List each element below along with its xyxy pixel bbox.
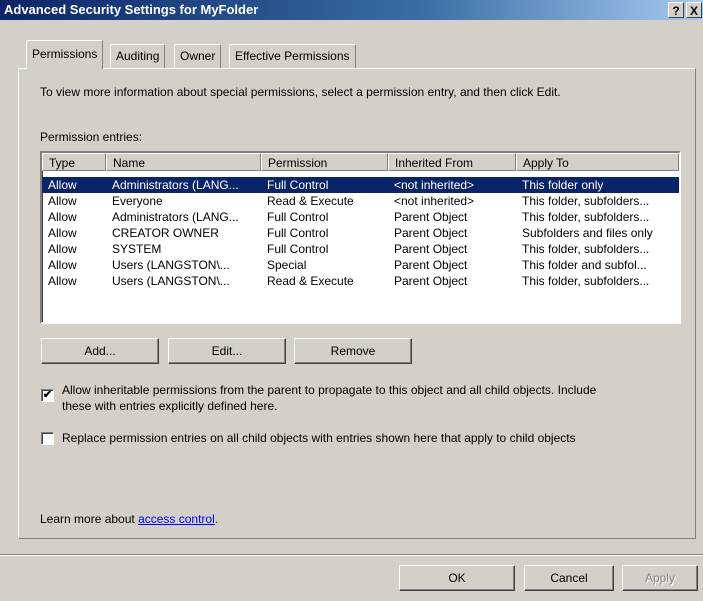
cell-type: Allow <box>48 210 77 224</box>
cell-permission: Full Control <box>267 226 329 240</box>
cell-name: SYSTEM <box>112 242 162 256</box>
cell-permission: Read & Execute <box>267 194 354 208</box>
cell-name: Administrators (LANG... <box>112 178 239 192</box>
cell-apply-to: This folder, subfolders... <box>522 194 650 208</box>
column-header-permission[interactable]: Permission <box>261 153 388 171</box>
remove-button[interactable]: Remove <box>294 338 412 364</box>
cell-inherited-from: Parent Object <box>394 274 468 288</box>
permission-row[interactable]: Allow Users (LANGSTON\... Read & Execute… <box>42 273 679 289</box>
cell-permission: Full Control <box>267 178 329 192</box>
column-header-apply-to[interactable]: Apply To <box>516 153 679 171</box>
cell-inherited-from: Parent Object <box>394 226 468 240</box>
edit-button[interactable]: Edit... <box>168 338 286 364</box>
cell-apply-to: This folder and subfol... <box>522 258 647 272</box>
add-button[interactable]: Add... <box>41 338 159 364</box>
ok-button[interactable]: OK <box>399 565 515 591</box>
window-title: Advanced Security Settings for MyFolder <box>4 2 259 17</box>
permission-row[interactable]: Allow Administrators (LANG... Full Contr… <box>42 209 679 225</box>
learn-more-prefix: Learn more about <box>40 512 139 526</box>
cell-inherited-from: Parent Object <box>394 242 468 256</box>
column-header-inherited-from[interactable]: Inherited From <box>388 153 516 171</box>
help-button[interactable]: ? <box>668 2 684 18</box>
cell-inherited-from: <not inherited> <box>394 194 475 208</box>
learn-more-suffix: . <box>214 512 219 526</box>
permission-row[interactable]: Allow Users (LANGSTON\... Special Parent… <box>42 257 679 273</box>
cell-name: Administrators (LANG... <box>112 210 239 224</box>
cell-name: Users (LANGSTON\... <box>112 258 230 272</box>
permission-entries-list[interactable]: Type Name Permission Inherited From Appl… <box>40 151 681 324</box>
learn-more-text: Learn more about access control. <box>40 512 218 526</box>
cell-apply-to: This folder, subfolders... <box>522 274 650 288</box>
inherit-permissions-label-line1: Allow inheritable permissions from the p… <box>62 383 597 397</box>
tab-effective-permissions[interactable]: Effective Permissions <box>229 44 356 68</box>
cell-type: Allow <box>48 274 77 288</box>
instructions-text: To view more information about special p… <box>40 85 561 99</box>
replace-permissions-checkbox[interactable] <box>41 432 54 445</box>
cell-apply-to: This folder, subfolders... <box>522 242 650 256</box>
cell-name: Everyone <box>112 194 163 208</box>
cancel-button[interactable]: Cancel <box>524 565 614 591</box>
replace-permissions-label: Replace permission entries on all child … <box>62 431 576 445</box>
cell-permission: Full Control <box>267 242 329 256</box>
title-bar[interactable]: Advanced Security Settings for MyFolder … <box>0 0 703 20</box>
inherit-permissions-label-line2: these with entries explicitly defined he… <box>62 399 278 413</box>
column-header-name[interactable]: Name <box>106 153 261 171</box>
cell-name: Users (LANGSTON\... <box>112 274 230 288</box>
cell-inherited-from: Parent Object <box>394 258 468 272</box>
permission-row[interactable]: Allow SYSTEM Full Control Parent Object … <box>42 241 679 257</box>
cell-name: CREATOR OWNER <box>112 226 219 240</box>
tab-auditing[interactable]: Auditing <box>110 44 166 68</box>
access-control-link[interactable]: access control <box>138 512 215 526</box>
cell-inherited-from: Parent Object <box>394 210 468 224</box>
apply-button[interactable]: Apply <box>622 565 698 591</box>
permission-entries-label: Permission entries: <box>40 130 143 144</box>
permission-row[interactable]: Allow Administrators (LANG... Full Contr… <box>42 177 679 193</box>
cell-type: Allow <box>48 258 77 272</box>
cell-type: Allow <box>48 226 77 240</box>
permission-row[interactable]: Allow CREATOR OWNER Full Control Parent … <box>42 225 679 241</box>
cell-apply-to: This folder only <box>522 178 604 192</box>
cell-permission: Special <box>267 258 307 272</box>
inherit-permissions-checkbox[interactable]: ✔ <box>41 389 54 402</box>
cell-inherited-from: <not inherited> <box>394 178 475 192</box>
tab-permissions[interactable]: Permissions <box>26 40 104 69</box>
footer-separator <box>0 554 703 556</box>
cell-type: Allow <box>48 194 77 208</box>
close-button[interactable]: X <box>686 2 702 18</box>
cell-type: Allow <box>48 242 77 256</box>
column-header-type[interactable]: Type <box>42 153 106 171</box>
permission-row[interactable]: Allow Everyone Read & Execute <not inher… <box>42 193 679 209</box>
cell-apply-to: Subfolders and files only <box>522 226 653 240</box>
tab-owner[interactable]: Owner <box>174 44 222 68</box>
cell-apply-to: This folder, subfolders... <box>522 210 650 224</box>
cell-permission: Read & Execute <box>267 274 354 288</box>
cell-type: Allow <box>48 178 77 192</box>
cell-permission: Full Control <box>267 210 329 224</box>
